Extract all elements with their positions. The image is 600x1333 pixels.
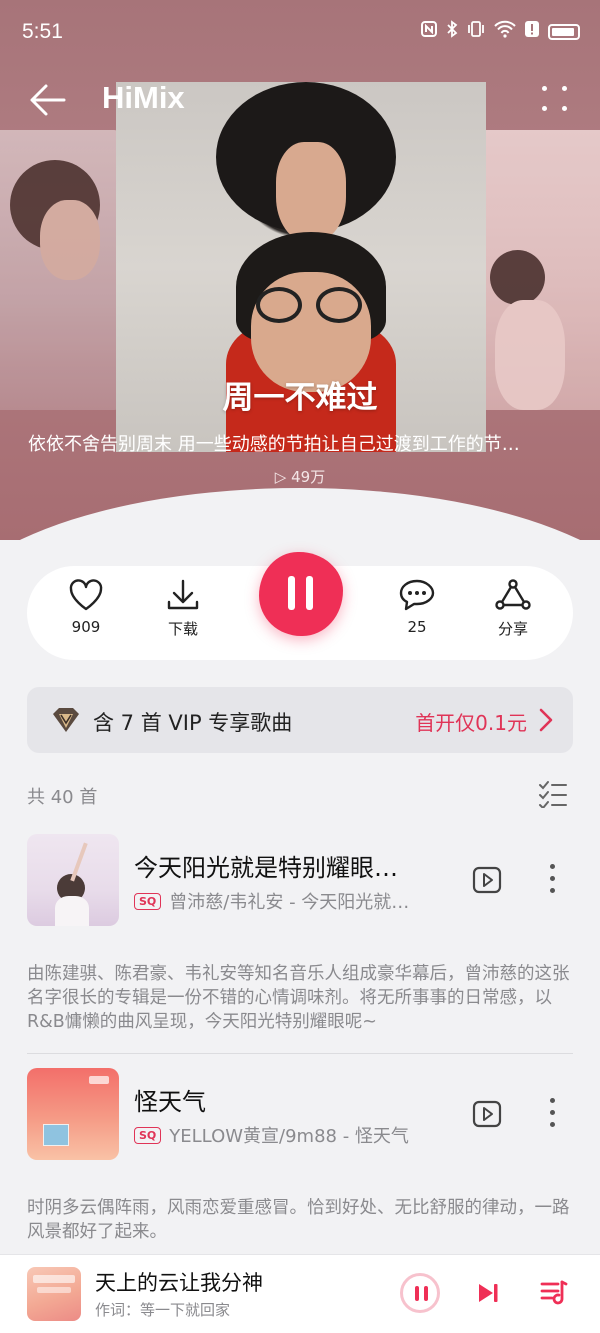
bluetooth-icon [446, 20, 458, 43]
sq-badge: SQ [134, 1126, 162, 1144]
song-more-button[interactable] [550, 1098, 556, 1128]
alert-icon [524, 20, 540, 43]
song-more-button[interactable] [550, 864, 556, 894]
like-button[interactable]: 909 [51, 578, 121, 636]
play-count: ▷ 49万 [274, 468, 326, 486]
comment-count: 25 [407, 618, 427, 636]
like-count: 909 [71, 618, 101, 636]
playlist-description[interactable]: 依依不舍告别周末 用一些动感的节拍让自己过渡到工作的节… [28, 430, 578, 456]
top-bar: HiMix [0, 78, 600, 124]
heart-icon [69, 579, 103, 611]
vip-price: 首开仅0.1元 [415, 711, 527, 735]
video-play-icon [472, 866, 502, 894]
back-arrow-icon [30, 84, 66, 116]
comment-icon [399, 579, 435, 611]
now-playing-title: 天上的云让我分神 [95, 1271, 263, 1295]
song-description: 由陈建骐、陈君豪、韦礼安等知名音乐人组成豪华幕后，曾沛慈的这张名字很长的专辑是一… [27, 964, 570, 1032]
vip-banner[interactable]: 含 7 首 VIP 专享歌曲 首开仅0.1元 [27, 687, 573, 753]
skip-next-icon [479, 1284, 498, 1302]
app-title: HiMix [102, 80, 185, 115]
vip-text: 含 7 首 VIP 专享歌曲 [93, 711, 293, 735]
download-button[interactable]: 下载 [148, 578, 218, 639]
song-artist: 曾沛慈/韦礼安 - 今天阳光就… [169, 892, 410, 913]
video-play-icon [472, 1100, 502, 1128]
song-artist: YELLOW黄宣/9m88 - 怪天气 [169, 1126, 409, 1147]
now-playing-cover[interactable] [27, 1267, 81, 1321]
next-track-button[interactable] [476, 1281, 500, 1309]
share-label: 分享 [497, 620, 528, 638]
song-count: 共 40 首 [27, 787, 98, 808]
queue-music-icon [540, 1280, 568, 1305]
more-button[interactable] [542, 86, 570, 114]
comment-button[interactable]: 25 [382, 578, 452, 636]
song-cover-image [27, 1068, 119, 1160]
pause-button[interactable] [259, 552, 343, 636]
song-description: 时阴多云偶阵雨，风雨恋爱重感冒。恰到好处、无比舒服的律动，一路风景都好了起来。 [27, 1198, 570, 1242]
mini-pause-button[interactable] [400, 1273, 440, 1313]
mv-button[interactable] [472, 1100, 502, 1132]
now-playing-lyric: 作词：等一下就回家 [95, 1301, 231, 1319]
share-button[interactable]: 分享 [478, 578, 548, 639]
mv-button[interactable] [472, 866, 502, 898]
playlist-queue-button[interactable] [540, 1279, 568, 1311]
nfc-icon [420, 20, 438, 43]
prev-cover-image[interactable] [0, 130, 120, 410]
multi-select-button[interactable] [538, 780, 568, 812]
status-time: 5:51 [22, 20, 63, 43]
song-cover-image [27, 834, 119, 926]
download-icon [167, 579, 199, 610]
share-icon [495, 579, 531, 610]
back-button[interactable] [28, 78, 68, 122]
song-title: 怪天气 [134, 1088, 206, 1116]
song-title: 今天阳光就是特别耀眼… [134, 854, 398, 882]
divider [27, 1053, 573, 1054]
status-bar: 5:51 [0, 0, 600, 64]
diamond-icon [53, 708, 79, 732]
next-cover-image[interactable] [480, 130, 600, 410]
chevron-right-icon [539, 708, 553, 732]
wifi-icon [494, 20, 516, 43]
playlist-title: 周一不难过 [222, 380, 378, 416]
sq-badge: SQ [134, 892, 162, 910]
vibrate-icon [466, 20, 486, 43]
mini-player[interactable]: 天上的云让我分神 作词：等一下就回家 [0, 1254, 600, 1333]
download-label: 下载 [167, 620, 198, 638]
checklist-icon [539, 781, 567, 810]
battery-icon [548, 23, 580, 40]
